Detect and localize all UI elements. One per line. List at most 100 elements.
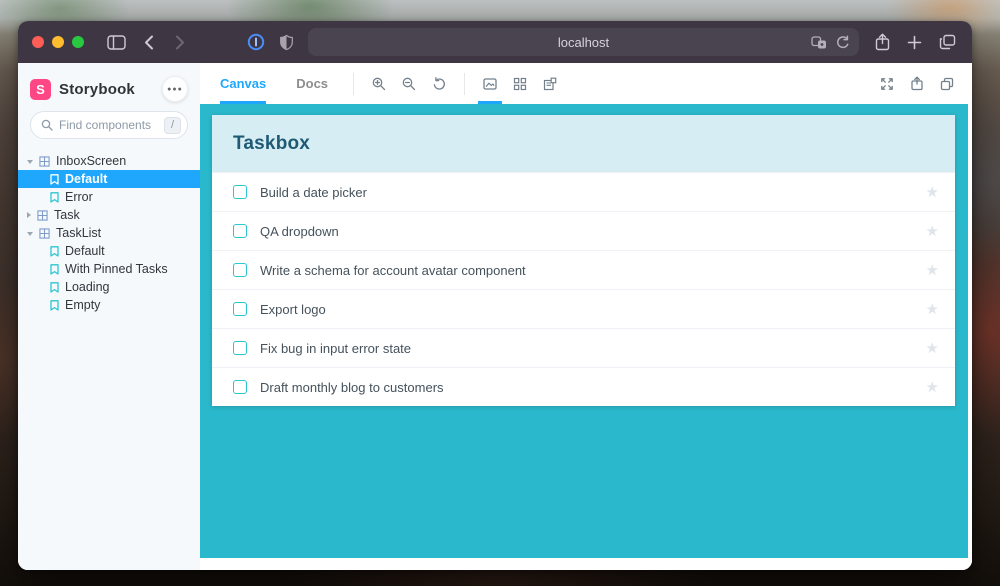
zoom-window-button[interactable]: [72, 36, 84, 48]
pin-star-icon[interactable]: ★: [926, 263, 939, 278]
pin-star-icon[interactable]: ★: [926, 302, 939, 317]
search-shortcut-badge: /: [164, 117, 181, 134]
search-input[interactable]: [59, 118, 158, 132]
bookmark-icon: [50, 192, 59, 203]
forward-icon[interactable]: [175, 35, 185, 50]
task-title: Fix bug in input error state: [260, 341, 411, 356]
sidebar-item-error[interactable]: Error: [18, 188, 200, 206]
sidebar-item-tasklist[interactable]: TaskList: [18, 224, 200, 242]
pin-star-icon[interactable]: ★: [926, 185, 939, 200]
sidebar-menu-button[interactable]: ●●●: [162, 76, 188, 102]
background-toggle-icon[interactable]: [475, 63, 505, 104]
task-checkbox[interactable]: [233, 263, 247, 277]
toolbar-divider: [353, 73, 354, 95]
bookmark-icon: [50, 264, 59, 275]
browser-titlebar: localhost: [18, 21, 972, 63]
task-title: Draft monthly blog to customers: [260, 380, 444, 395]
traffic-lights: [32, 36, 84, 48]
translate-icon[interactable]: [811, 36, 827, 49]
tree-item-label: Loading: [65, 280, 110, 294]
bookmark-icon: [50, 246, 59, 257]
sidebar-item-loading[interactable]: Loading: [18, 278, 200, 296]
sidebar-item-default-selected[interactable]: Default: [18, 170, 200, 188]
shield-icon[interactable]: [279, 34, 294, 51]
task-row: Build a date picker ★: [212, 172, 955, 211]
task-row: Fix bug in input error state ★: [212, 328, 955, 367]
taskbox-app: Taskbox Build a date picker ★ QA dropdow…: [212, 115, 955, 406]
pin-star-icon[interactable]: ★: [926, 380, 939, 395]
task-checkbox[interactable]: [233, 380, 247, 394]
sidebar-item-empty[interactable]: Empty: [18, 296, 200, 314]
tree-item-label: TaskList: [56, 226, 101, 240]
bookmark-icon: [50, 174, 59, 185]
bookmark-icon: [50, 300, 59, 311]
grid-toggle-icon[interactable]: [505, 63, 535, 104]
tree-item-label: Default: [65, 172, 107, 186]
preview-background: Taskbox Build a date picker ★ QA dropdow…: [200, 104, 968, 558]
tree-item-label: Task: [54, 208, 80, 222]
task-row: Export logo ★: [212, 289, 955, 328]
task-checkbox[interactable]: [233, 341, 247, 355]
task-row: Write a schema for account avatar compon…: [212, 250, 955, 289]
pin-star-icon[interactable]: ★: [926, 341, 939, 356]
component-icon: [37, 210, 48, 221]
reload-icon[interactable]: [836, 35, 850, 50]
task-checkbox[interactable]: [233, 224, 247, 238]
extension-icon[interactable]: [247, 33, 265, 51]
brand-title: Storybook: [59, 81, 135, 98]
component-search[interactable]: /: [30, 111, 188, 139]
chevron-down-icon[interactable]: [27, 232, 33, 236]
task-title: Build a date picker: [260, 185, 367, 200]
task-title: QA dropdown: [260, 224, 339, 239]
task-title: Write a schema for account avatar compon…: [260, 263, 526, 278]
search-icon: [41, 119, 53, 131]
address-bar[interactable]: localhost: [308, 28, 859, 56]
canvas-toolbar: Canvas Docs: [200, 63, 972, 104]
sidebar-item-with-pinned-tasks[interactable]: With Pinned Tasks: [18, 260, 200, 278]
minimize-window-button[interactable]: [52, 36, 64, 48]
task-row: Draft monthly blog to customers ★: [212, 367, 955, 406]
storybook-logo-icon: S: [30, 79, 51, 100]
close-window-button[interactable]: [32, 36, 44, 48]
component-tree: InboxScreen Default Error: [18, 152, 200, 314]
storybook-sidebar: S Storybook ●●● / InboxScreen: [18, 63, 200, 570]
taskbox-header: Taskbox: [212, 115, 955, 172]
sidebar-item-task[interactable]: Task: [18, 206, 200, 224]
back-icon[interactable]: [144, 35, 154, 50]
zoom-reset-icon[interactable]: [424, 63, 454, 104]
share-icon[interactable]: [875, 33, 890, 51]
chevron-down-icon[interactable]: [27, 160, 33, 164]
sidebar-item-inboxscreen[interactable]: InboxScreen: [18, 152, 200, 170]
tree-item-label: Default: [65, 244, 105, 258]
tab-overview-icon[interactable]: [939, 34, 956, 50]
component-icon: [39, 156, 50, 167]
address-bar-url: localhost: [558, 35, 609, 50]
tree-item-label: Error: [65, 190, 93, 204]
task-checkbox[interactable]: [233, 302, 247, 316]
sidebar-item-tasklist-default[interactable]: Default: [18, 242, 200, 260]
task-title: Export logo: [260, 302, 326, 317]
copy-link-icon[interactable]: [932, 63, 962, 104]
tab-label: Docs: [296, 76, 328, 91]
task-checkbox[interactable]: [233, 185, 247, 199]
tab-label: Canvas: [220, 76, 266, 91]
tree-item-label: With Pinned Tasks: [65, 262, 168, 276]
tab-docs[interactable]: Docs: [281, 63, 343, 104]
tree-item-label: InboxScreen: [56, 154, 126, 168]
component-icon: [39, 228, 50, 239]
fullscreen-icon[interactable]: [872, 63, 902, 104]
bookmark-icon: [50, 282, 59, 293]
zoom-in-icon[interactable]: [364, 63, 394, 104]
zoom-out-icon[interactable]: [394, 63, 424, 104]
story-canvas: Taskbox Build a date picker ★ QA dropdow…: [200, 104, 972, 570]
outline-icon[interactable]: [535, 63, 565, 104]
app-title: Taskbox: [233, 133, 310, 155]
browser-window: localhost: [18, 21, 972, 570]
chevron-right-icon[interactable]: [27, 212, 31, 218]
task-row: QA dropdown ★: [212, 211, 955, 250]
tab-canvas[interactable]: Canvas: [205, 63, 281, 104]
open-in-new-tab-icon[interactable]: [902, 63, 932, 104]
new-tab-icon[interactable]: [907, 35, 922, 50]
pin-star-icon[interactable]: ★: [926, 224, 939, 239]
sidebar-toggle-icon[interactable]: [107, 35, 126, 50]
